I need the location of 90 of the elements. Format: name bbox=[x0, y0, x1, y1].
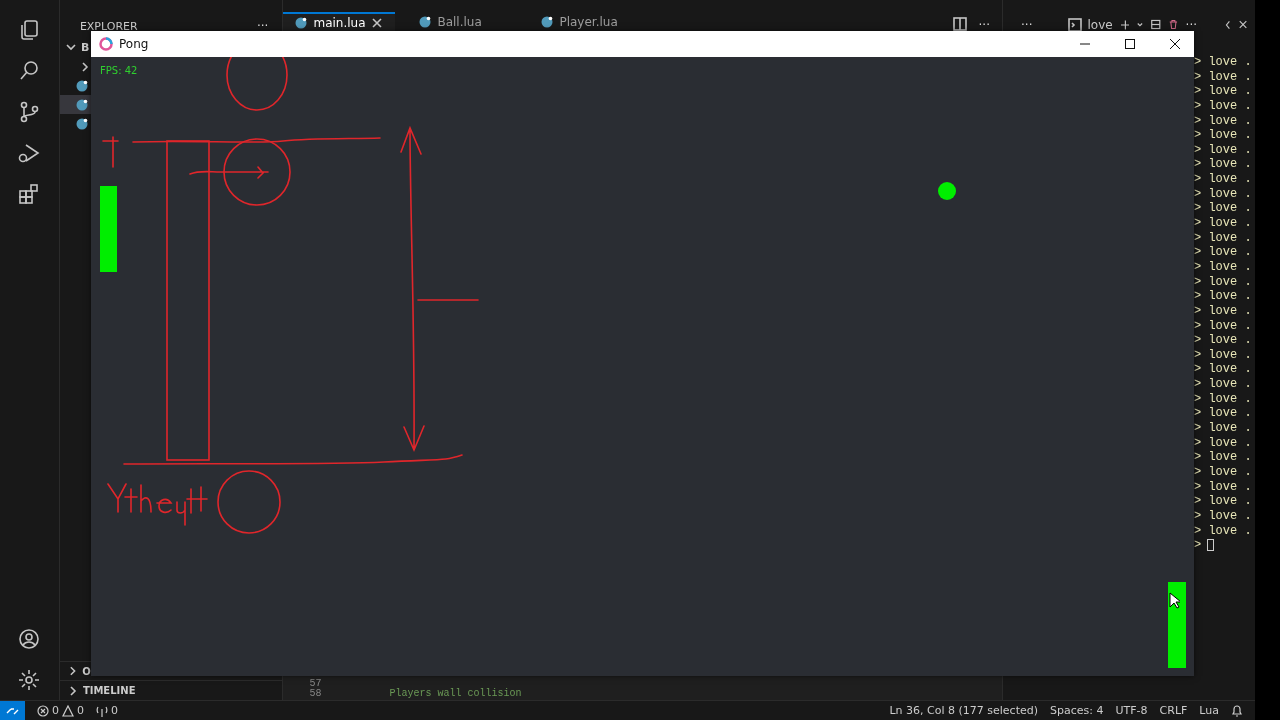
terminal-line: > love . bbox=[1194, 84, 1253, 99]
fps-counter: FPS: 42 bbox=[100, 65, 138, 76]
close-icon[interactable] bbox=[371, 17, 382, 28]
account-icon[interactable] bbox=[17, 627, 42, 651]
ports-indicator[interactable]: 0 bbox=[96, 704, 118, 717]
terminal-line: > love . bbox=[1194, 391, 1253, 407]
chevron-icon[interactable] bbox=[1137, 20, 1144, 29]
maximize-icon bbox=[1124, 39, 1135, 49]
split-panel-icon[interactable] bbox=[1151, 18, 1161, 31]
plus-icon[interactable] bbox=[1120, 18, 1130, 31]
play-bug-icon[interactable] bbox=[17, 141, 42, 165]
terminal-line: > love . bbox=[1194, 274, 1253, 290]
code-comment: Players wall collision bbox=[389, 689, 522, 699]
terminal-line: > love . bbox=[1194, 98, 1253, 114]
terminal-line: > love . bbox=[1194, 69, 1253, 85]
window-title: Pong bbox=[119, 37, 149, 51]
terminal-line: > love . bbox=[1194, 142, 1253, 158]
file-item[interactable] bbox=[59, 95, 91, 114]
remote-icon[interactable] bbox=[0, 700, 25, 720]
terminal-line: > love . bbox=[1194, 172, 1253, 187]
bell-icon[interactable] bbox=[1231, 704, 1243, 717]
warning-icon bbox=[62, 704, 74, 717]
terminal-line: > love . bbox=[1194, 406, 1253, 421]
language-mode[interactable]: Lua bbox=[1199, 704, 1219, 717]
terminal-line: > love . bbox=[1194, 128, 1253, 143]
chevron-left-icon[interactable] bbox=[1225, 18, 1231, 31]
terminal-line: > love . bbox=[1194, 186, 1253, 202]
terminal-line: > love . bbox=[1194, 201, 1253, 217]
more-button[interactable]: ··· bbox=[257, 19, 269, 33]
terminal-line: > love . bbox=[1194, 523, 1253, 539]
terminal-line: > love . bbox=[1194, 450, 1253, 465]
more-button[interactable]: ··· bbox=[1021, 17, 1033, 32]
ball bbox=[938, 182, 956, 200]
terminal-line: > love . bbox=[1194, 508, 1253, 524]
close-icon[interactable] bbox=[1238, 19, 1247, 30]
terminal-line: > love . bbox=[1194, 318, 1253, 334]
terminal-line: > love . bbox=[1194, 333, 1253, 348]
terminal-line: > love . bbox=[1194, 421, 1253, 436]
terminal-line: > love . bbox=[1194, 494, 1253, 509]
terminal-line: > love . bbox=[1194, 157, 1253, 173]
terminal-line: > love . bbox=[1194, 362, 1253, 378]
chevron-icon bbox=[67, 685, 78, 696]
folder-header[interactable]: B bbox=[59, 37, 91, 57]
terminal-tab[interactable]: love bbox=[1068, 17, 1113, 32]
close-icon bbox=[1169, 39, 1180, 49]
encoding[interactable]: UTF-8 bbox=[1115, 704, 1148, 717]
terminal-line: > love . bbox=[1194, 479, 1253, 495]
more-button[interactable]: ··· bbox=[978, 18, 990, 32]
terminal-line: > love . bbox=[1194, 377, 1253, 392]
lua-file-icon bbox=[419, 15, 432, 28]
editor-tab[interactable]: Player.lua bbox=[529, 12, 640, 31]
terminal-line: > love . bbox=[1194, 55, 1253, 70]
line-number: 58 bbox=[308, 689, 322, 699]
antenna-icon bbox=[96, 704, 108, 717]
section-header[interactable]: O bbox=[59, 661, 91, 680]
app-icon bbox=[99, 37, 113, 51]
line-ending[interactable]: CRLF bbox=[1159, 704, 1188, 717]
terminal-line: > love . bbox=[1194, 435, 1253, 451]
terminal-line: > love . bbox=[1194, 113, 1253, 129]
terminal-icon bbox=[1068, 17, 1083, 32]
terminal-prompt: > bbox=[1194, 538, 1202, 553]
terminal-line: > love . bbox=[1194, 289, 1253, 304]
mouse-pointer-icon bbox=[1169, 592, 1180, 609]
lua-file-icon bbox=[75, 79, 88, 92]
lua-file-icon bbox=[541, 15, 554, 28]
more-button[interactable]: ··· bbox=[1185, 17, 1198, 32]
editor-tab[interactable]: Ball.lua bbox=[407, 12, 518, 31]
lua-file-icon bbox=[295, 16, 308, 29]
error-icon bbox=[37, 704, 49, 717]
cursor-position[interactable]: Ln 36, Col 8 (177 selected) bbox=[889, 704, 1039, 717]
terminal-line: > love . bbox=[1194, 245, 1253, 260]
editor-tab[interactable]: main.lua bbox=[283, 12, 396, 31]
chevron-icon bbox=[79, 61, 90, 72]
split-editor-icon[interactable] bbox=[952, 17, 967, 31]
problems-indicator[interactable]: 0 0 bbox=[37, 704, 84, 717]
lua-file-icon bbox=[75, 98, 88, 111]
terminal-line: > love . bbox=[1194, 230, 1253, 246]
terminal-line: > love . bbox=[1194, 464, 1253, 480]
settings-icon[interactable] bbox=[17, 668, 42, 692]
text-cursor bbox=[1207, 539, 1215, 552]
lua-file-icon bbox=[75, 117, 88, 130]
chevron-icon bbox=[65, 42, 76, 52]
terminal-line: > love . bbox=[1194, 259, 1253, 275]
terminal-line: > love . bbox=[1194, 303, 1253, 319]
sidebar-title: EXPLORER bbox=[79, 20, 138, 33]
terminal-line: > love . bbox=[1194, 347, 1253, 363]
terminal-line: > love . bbox=[1194, 216, 1253, 231]
indentation[interactable]: Spaces: 4 bbox=[1050, 704, 1104, 717]
line-number: 57 bbox=[308, 679, 322, 689]
trash-icon[interactable] bbox=[1168, 18, 1178, 31]
